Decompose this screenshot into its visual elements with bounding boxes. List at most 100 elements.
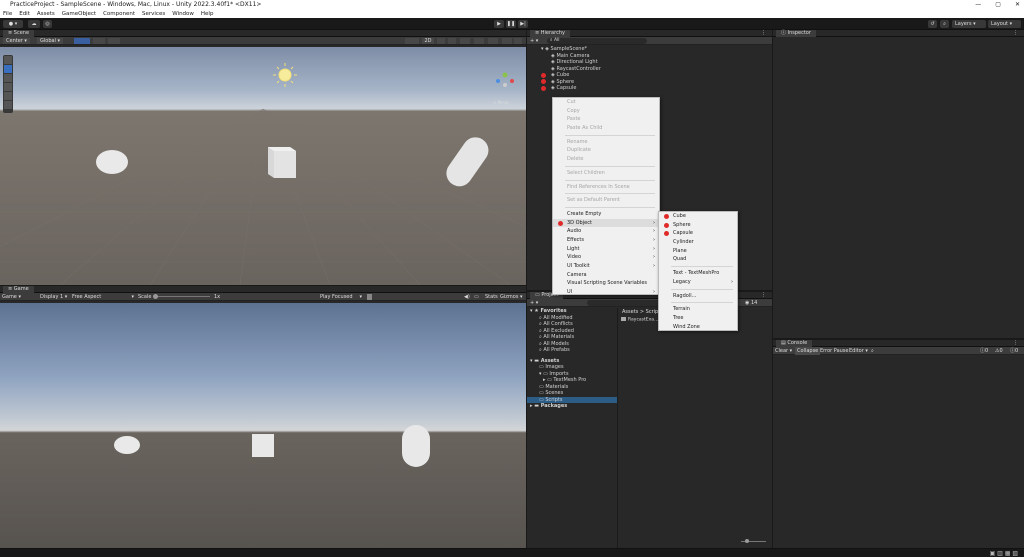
step-button[interactable]: ▶| [518, 20, 528, 28]
close-button[interactable]: ✕ [1015, 0, 1020, 10]
submenu-item-text-textmeshpro[interactable]: Text - TextMeshPro [659, 269, 737, 278]
camera-icon[interactable] [488, 38, 498, 44]
rect-tool-icon[interactable] [4, 92, 12, 100]
tab-scene[interactable]: ≡ Scene [3, 30, 35, 37]
panel-menu-icon[interactable]: ⋮ [761, 30, 766, 37]
submenu-item-cylinder[interactable]: Cylinder [659, 238, 737, 247]
history-icon[interactable]: ↺ [928, 20, 937, 28]
play-button[interactable]: ▶ [494, 20, 504, 28]
draw-mode-button[interactable] [405, 38, 419, 44]
submenu-item-terrain[interactable]: Terrain [659, 305, 737, 314]
context-item-find-references-in-scene[interactable]: Find References In Scene [553, 183, 659, 192]
tab-game[interactable]: ≡ Game [3, 286, 34, 293]
context-item-set-as-default-parent[interactable]: Set as Default Parent [553, 196, 659, 205]
effects-icon[interactable] [460, 38, 470, 44]
hierarchy-search[interactable]: ⌕ All [547, 38, 647, 44]
project-menu-icon[interactable]: ⋮ [761, 292, 766, 299]
gizmos-dropdown[interactable]: Gizmos ▾ [500, 293, 523, 301]
layout-dropdown[interactable]: Layout ▾ [988, 20, 1021, 28]
console-search[interactable]: ⌕ [871, 347, 874, 355]
project-add-button[interactable]: + ▾ [530, 299, 538, 307]
scale-slider-thumb[interactable] [153, 294, 158, 299]
context-item-cut[interactable]: Cut [553, 98, 659, 107]
submenu-item-ragdoll-[interactable]: Ragdoll... [659, 292, 737, 301]
submenu-item-cube[interactable]: Cube [659, 212, 737, 221]
context-item-paste-as-child[interactable]: Paste As Child [553, 124, 659, 133]
gizmos-button[interactable] [502, 38, 512, 44]
collapse-button[interactable]: Collapse [795, 347, 821, 355]
space-dropdown[interactable]: Global ▾ [37, 38, 64, 44]
stats-button[interactable]: Stats [485, 293, 498, 301]
context-item-create-empty[interactable]: Create Empty [553, 210, 659, 219]
scale-tool-icon[interactable] [4, 83, 12, 91]
tab-console[interactable]: ▤ Console [776, 340, 813, 347]
grid-snap-button[interactable] [74, 38, 90, 44]
rotate-tool-icon[interactable] [4, 74, 12, 82]
context-item-delete[interactable]: Delete [553, 155, 659, 164]
play-focused-dropdown[interactable]: Play Focused ▾ [320, 293, 362, 301]
inspector-menu-icon[interactable]: ⋮ [1013, 30, 1018, 37]
menu-file[interactable]: File [3, 10, 12, 18]
context-item-ui[interactable]: UI › [553, 288, 659, 297]
context-item-select-children[interactable]: Select Children [553, 169, 659, 178]
scene-viewport[interactable]: < Persp [0, 47, 526, 285]
tab-inspector[interactable]: ⓘ Inspector [776, 30, 816, 37]
context-item-visual-scripting-scene-variables[interactable]: Visual Scripting Scene Variables [553, 279, 659, 288]
submenu-item-plane[interactable]: Plane [659, 247, 737, 256]
game-mode-dropdown[interactable]: Game ▾ [2, 293, 21, 301]
context-item-light[interactable]: Light › [553, 245, 659, 254]
frame-debug-icon[interactable] [367, 294, 372, 300]
context-item-camera[interactable]: Camera [553, 271, 659, 280]
context-item-rename[interactable]: Rename [553, 138, 659, 147]
layers-dropdown[interactable]: Layers ▾ [952, 20, 986, 28]
submenu-item-legacy[interactable]: Legacy › [659, 278, 737, 287]
game-viewport[interactable] [0, 303, 526, 548]
menu-edit[interactable]: Edit [19, 10, 30, 18]
menu-help[interactable]: Help [201, 10, 214, 18]
warning-count[interactable]: ⚠0 [995, 347, 1003, 355]
gamepad-icon[interactable]: ▭ [474, 293, 479, 301]
error-pause-button[interactable]: Error Pause [820, 347, 848, 355]
context-item-3d-object[interactable]: 3D Object › [553, 218, 659, 228]
minimize-button[interactable]: — [975, 0, 981, 10]
hierarchy-item[interactable]: ◈ Capsule [527, 85, 772, 92]
mode-2d-button[interactable]: 2D [422, 38, 434, 44]
audio-icon[interactable] [448, 38, 456, 44]
tab-hierarchy[interactable]: ≡ Hierarchy [530, 30, 570, 37]
submenu-item-wind-zone[interactable]: Wind Zone [659, 323, 737, 332]
console-menu-icon[interactable]: ⋮ [1013, 340, 1018, 347]
account-button[interactable]: ● ▾ [3, 20, 23, 28]
submenu-item-quad[interactable]: Quad [659, 255, 737, 264]
more-menu-icon[interactable] [514, 38, 522, 44]
context-item-duplicate[interactable]: Duplicate [553, 146, 659, 155]
status-icons[interactable]: ▣ ▥ ▦ ▧ [990, 550, 1018, 557]
hidden-objects-icon[interactable] [474, 38, 484, 44]
icon-size-thumb[interactable] [745, 539, 749, 543]
display-dropdown[interactable]: Display 1 ▾ [40, 293, 67, 301]
add-button[interactable]: + ▾ [530, 37, 538, 45]
editor-dropdown[interactable]: Editor ▾ [849, 347, 868, 355]
cloud-icon[interactable]: ☁ [28, 20, 40, 28]
snap-increment-button[interactable] [93, 38, 105, 44]
submenu-item-sphere[interactable]: Sphere [659, 221, 737, 230]
submenu-item-tree[interactable]: Tree [659, 314, 737, 323]
aspect-dropdown[interactable]: Free Aspect ▾ [72, 293, 134, 301]
grid-button[interactable] [108, 38, 120, 44]
info-count[interactable]: ⓘ0 [980, 347, 988, 355]
context-item-paste[interactable]: Paste [553, 115, 659, 124]
submenu-item-capsule[interactable]: Capsule [659, 229, 737, 238]
hand-tool-icon[interactable] [4, 56, 12, 64]
context-item-effects[interactable]: Effects › [553, 236, 659, 245]
menu-assets[interactable]: Assets [37, 10, 55, 18]
lighting-icon[interactable] [437, 38, 445, 44]
breadcrumb-assets[interactable]: Assets [622, 309, 638, 315]
menu-component[interactable]: Component [103, 10, 135, 18]
context-item-ui-toolkit[interactable]: UI Toolkit › [553, 262, 659, 271]
pivot-dropdown[interactable]: Center ▾ [3, 38, 30, 44]
file-item[interactable]: RaycastExa... [621, 317, 658, 323]
transform-tool-icon[interactable] [4, 101, 12, 109]
pause-button[interactable]: ❚❚ [506, 20, 516, 28]
error-count[interactable]: ⓘ0 [1010, 347, 1018, 355]
context-item-audio[interactable]: Audio › [553, 227, 659, 236]
move-tool-icon[interactable] [4, 65, 12, 73]
